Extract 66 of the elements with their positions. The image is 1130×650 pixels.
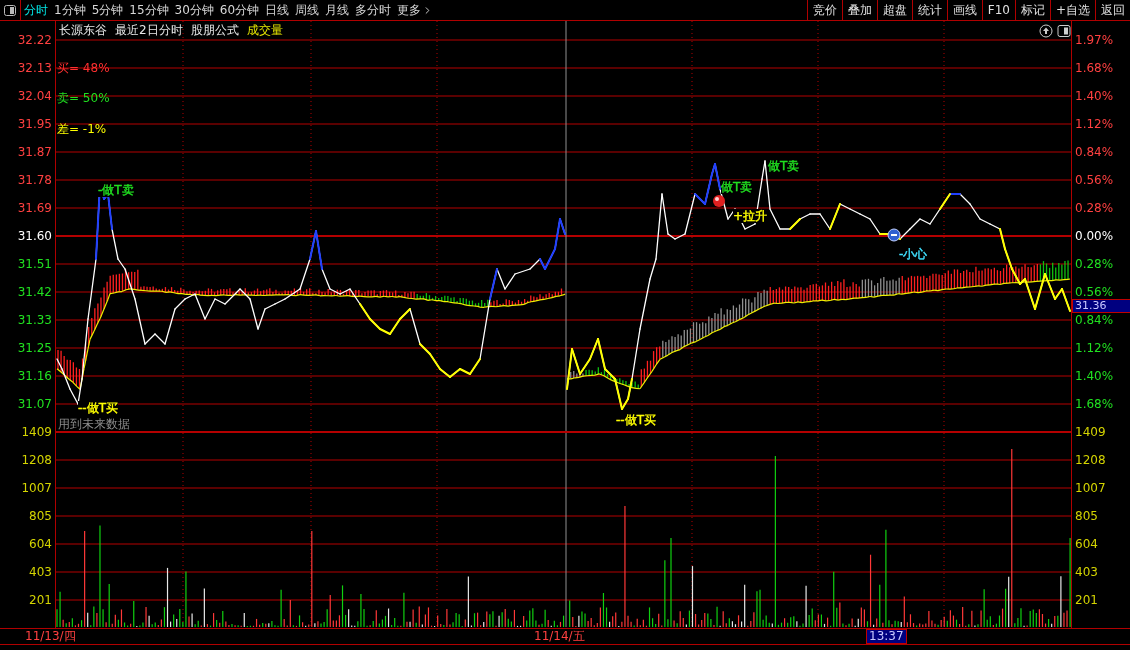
percent-axis-label: 1.12% xyxy=(1075,341,1114,356)
percent-axis-label: 0.84% xyxy=(1075,313,1114,328)
price-axis-label: 31.07 xyxy=(17,397,52,412)
percent-axis-label: 0.56% xyxy=(1075,285,1114,300)
stat-label: 买= 48% xyxy=(57,61,110,76)
volume-axis-label: 403 xyxy=(29,565,52,580)
percent-axis-label: 1.40% xyxy=(1075,369,1114,384)
percent-axis-label: 0.28% xyxy=(1075,201,1114,216)
percent-axis-label: 1.97% xyxy=(1075,33,1114,48)
circle-icon xyxy=(887,229,901,242)
volume-axis-label: 604 xyxy=(29,537,52,552)
percent-axis-label: 0.56% xyxy=(1075,173,1114,188)
cursor-time-tag: 13:37 xyxy=(866,629,907,645)
percent-axis-label: 1.68% xyxy=(1075,61,1114,76)
percent-axis-label: 0.84% xyxy=(1075,145,1114,160)
upload-button[interactable] xyxy=(1039,24,1053,39)
price-axis-label: 31.69 xyxy=(17,201,52,216)
price-axis-label: 31.95 xyxy=(17,117,52,132)
price-axis-label: 31.60 xyxy=(17,229,52,244)
volume-axis-label: 1007 xyxy=(21,481,52,496)
price-axis-label: 31.87 xyxy=(17,145,52,160)
volume-axis-label: 805 xyxy=(1075,509,1098,524)
signal-label: 做T卖 xyxy=(768,159,800,174)
volume-axis-label: 604 xyxy=(1075,537,1098,552)
price-axis-label: 31.42 xyxy=(17,285,52,300)
price-axis-label: 31.16 xyxy=(17,369,52,384)
percent-axis-label: 0.00% xyxy=(1075,229,1114,244)
volume-axis-label: 805 xyxy=(29,509,52,524)
stat-label: 差= -1% xyxy=(57,122,107,137)
volume-axis-label: 1409 xyxy=(21,425,52,440)
price-tag: 31.36 xyxy=(1072,299,1130,314)
ball-icon xyxy=(713,195,725,208)
price-axis-label: 32.22 xyxy=(17,33,52,48)
formula-label: 股朋公式 xyxy=(190,22,239,40)
percent-axis-label: 0.28% xyxy=(1075,257,1114,272)
signal-label: -做T卖 xyxy=(98,183,134,198)
notice-text: 用到未来数据 xyxy=(58,417,130,432)
price-axis-label: 31.25 xyxy=(17,341,52,356)
volume-axis-label: 1208 xyxy=(1075,453,1106,468)
panel-toggle-button[interactable] xyxy=(1057,24,1071,39)
indicator-label: 成交量 xyxy=(246,22,283,40)
date-label: 11/13/四 xyxy=(25,629,76,645)
signal-label: +拉升 xyxy=(733,209,768,224)
signal-label: --做T买 xyxy=(616,413,656,428)
price-axis-label: 31.33 xyxy=(17,313,52,328)
price-axis-label: 32.13 xyxy=(17,61,52,76)
volume-axis-label: 201 xyxy=(29,593,52,608)
panel-icon xyxy=(4,4,16,16)
signal-label: --做T买 xyxy=(78,401,118,416)
stat-label: 卖= 50% xyxy=(57,91,110,106)
percent-axis-label: 1.12% xyxy=(1075,117,1114,132)
period-label: 最近2日分时 xyxy=(115,22,183,40)
price-axis-label: 31.78 xyxy=(17,173,52,188)
volume-axis-label: 403 xyxy=(1075,565,1098,580)
date-label: 11/14/五 xyxy=(534,629,585,645)
price-axis-label: 31.51 xyxy=(17,257,52,272)
price-axis-label: 32.04 xyxy=(17,89,52,104)
volume-axis-label: 1208 xyxy=(21,453,52,468)
volume-axis-label: 1409 xyxy=(1075,425,1106,440)
percent-axis-label: 1.68% xyxy=(1075,397,1114,412)
volume-axis-label: 1007 xyxy=(1075,481,1106,496)
signal-label: 做T卖 xyxy=(721,180,753,195)
volume-axis-label: 201 xyxy=(1075,593,1098,608)
percent-axis-label: 1.40% xyxy=(1075,89,1114,104)
stock-name: 长源东谷 xyxy=(59,22,107,40)
signal-label: -小心 xyxy=(899,247,928,262)
